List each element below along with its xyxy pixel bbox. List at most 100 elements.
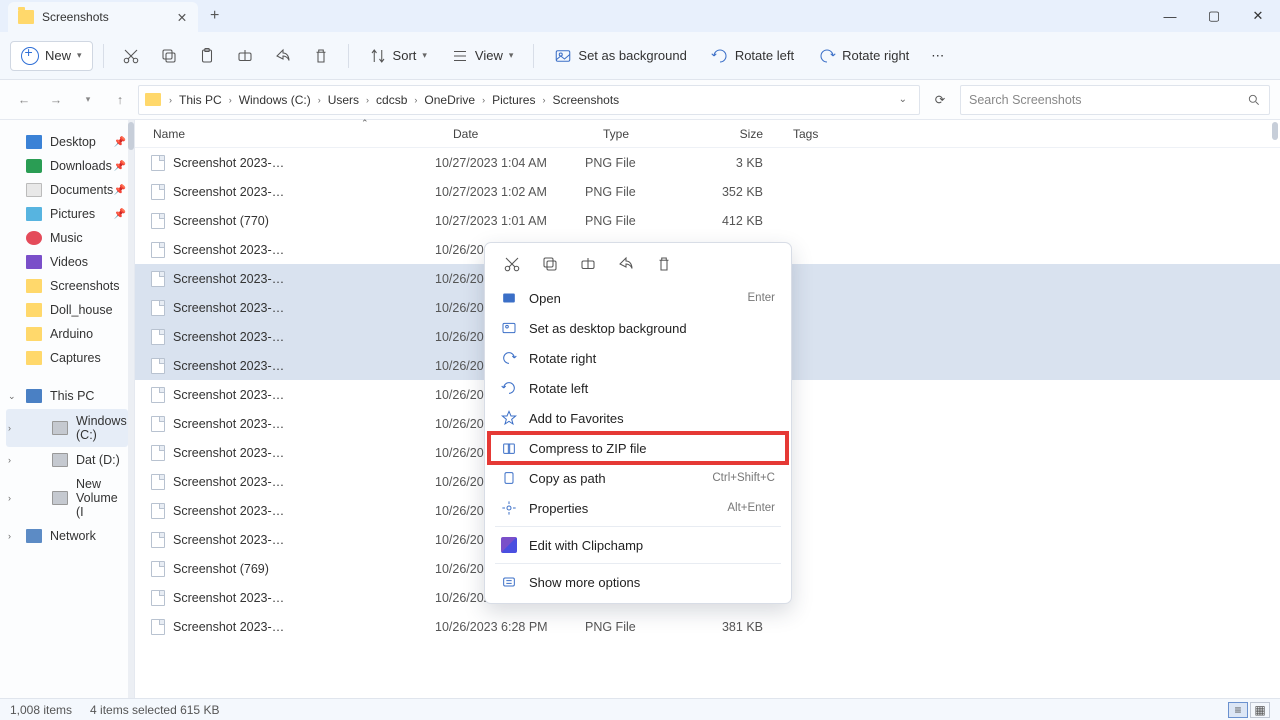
crumb-user[interactable]: cdcsb [373, 93, 410, 107]
col-date[interactable]: Date [435, 127, 585, 141]
new-tab-button[interactable]: + [210, 7, 219, 25]
col-tags[interactable]: Tags [775, 127, 1280, 141]
col-type[interactable]: Type [585, 127, 695, 141]
file-icon [151, 445, 165, 461]
set-background-button[interactable]: Set as background [544, 42, 696, 70]
window-controls: — ▢ ✕ [1148, 0, 1280, 32]
new-button[interactable]: New ▾ [10, 41, 93, 71]
context-menu: OpenEnter Set as desktop background Rota… [484, 242, 792, 604]
large-icons-view-button[interactable]: ▦ [1250, 702, 1270, 718]
view-button[interactable]: View▾ [441, 42, 523, 70]
ctx-rotate-right[interactable]: Rotate right [489, 343, 787, 373]
crumb-drive[interactable]: Windows (C:) [236, 93, 314, 107]
nav-item-screenshots[interactable]: Screenshots [0, 274, 134, 298]
file-row[interactable]: Screenshot (770)10/27/2023 1:01 AMPNG Fi… [135, 206, 1280, 235]
nav-network[interactable]: ›Network [0, 524, 134, 548]
status-bar: 1,008 items 4 items selected 615 KB ≡ ▦ [0, 698, 1280, 720]
nav-item-downloads[interactable]: Downloads📌 [0, 154, 134, 178]
breadcrumbs[interactable]: › This PC› Windows (C:)› Users› cdcsb› O… [138, 85, 920, 115]
nav-item-music[interactable]: Music [0, 226, 134, 250]
refresh-button[interactable]: ⟳ [924, 85, 956, 115]
nav-item-pictures[interactable]: Pictures📌 [0, 202, 134, 226]
nav-drive[interactable]: ›New Volume (I [0, 472, 134, 524]
copy-button[interactable] [152, 42, 186, 70]
ctx-cut-icon[interactable] [501, 253, 523, 275]
cut-button[interactable] [114, 42, 148, 70]
back-button[interactable]: ← [10, 86, 38, 114]
address-dropdown[interactable]: ⌄ [893, 94, 913, 105]
crumb-this-pc[interactable]: This PC [176, 93, 225, 107]
ctx-open[interactable]: OpenEnter [489, 283, 787, 313]
rename-button[interactable] [228, 42, 262, 70]
recent-button[interactable]: ▾ [74, 86, 102, 114]
nav-item-captures[interactable]: Captures [0, 346, 134, 370]
rotate-left-button[interactable]: Rotate left [701, 42, 804, 70]
details-view-button[interactable]: ≡ [1228, 702, 1248, 718]
search-input[interactable] [969, 93, 1247, 107]
context-quick-actions [489, 249, 787, 283]
ctx-copy-icon[interactable] [539, 253, 561, 275]
sort-indicator-icon: ⌃ [361, 118, 369, 129]
chevron-down-icon: ▾ [77, 50, 82, 61]
view-toggle: ≡ ▦ [1228, 702, 1270, 718]
ctx-compress-zip[interactable]: Compress to ZIP file [489, 433, 787, 463]
nav-item-doll-house[interactable]: Doll_house [0, 298, 134, 322]
file-icon [151, 184, 165, 200]
nav-item-videos[interactable]: Videos [0, 250, 134, 274]
tab-screenshots[interactable]: Screenshots ✕ [8, 2, 198, 32]
file-icon [151, 155, 165, 171]
file-icon [151, 213, 165, 229]
up-button[interactable]: ↑ [106, 86, 134, 114]
ctx-clipchamp[interactable]: Edit with Clipchamp [489, 530, 787, 560]
paste-button[interactable] [190, 42, 224, 70]
close-button[interactable]: ✕ [1236, 0, 1280, 32]
file-row[interactable]: Screenshot 2023-10...10/27/2023 1:02 AMP… [135, 177, 1280, 206]
file-icon [151, 358, 165, 374]
minimize-button[interactable]: — [1148, 0, 1192, 32]
ctx-add-favorites[interactable]: Add to Favorites [489, 403, 787, 433]
nav-drive[interactable]: ›Dat (D:) [0, 448, 134, 472]
ctx-show-more[interactable]: Show more options [489, 567, 787, 597]
ctx-delete-icon[interactable] [653, 253, 675, 275]
title-bar: Screenshots ✕ + — ▢ ✕ [0, 0, 1280, 32]
ctx-set-desktop-bg[interactable]: Set as desktop background [489, 313, 787, 343]
ctx-properties[interactable]: PropertiesAlt+Enter [489, 493, 787, 523]
forward-button[interactable]: → [42, 86, 70, 114]
column-headers[interactable]: ⌃ Name Date Type Size Tags [135, 120, 1280, 148]
crumb-users[interactable]: Users [325, 93, 362, 107]
delete-button[interactable] [304, 42, 338, 70]
file-icon [151, 619, 165, 635]
more-button[interactable]: ⋯ [923, 43, 952, 69]
crumb-screenshots[interactable]: Screenshots [549, 93, 622, 107]
close-tab-icon[interactable]: ✕ [174, 9, 190, 25]
ctx-share-icon[interactable] [615, 253, 637, 275]
folder-icon [145, 93, 161, 106]
crumb-onedrive[interactable]: OneDrive [421, 93, 478, 107]
file-row[interactable]: Screenshot 2023-10...10/27/2023 1:04 AMP… [135, 148, 1280, 177]
crumb-pictures[interactable]: Pictures [489, 93, 538, 107]
ctx-rename-icon[interactable] [577, 253, 599, 275]
file-icon [151, 474, 165, 490]
file-icon [151, 387, 165, 403]
file-icon [151, 416, 165, 432]
rotate-right-button[interactable]: Rotate right [808, 42, 919, 70]
file-icon [151, 271, 165, 287]
nav-item-arduino[interactable]: Arduino [0, 322, 134, 346]
ctx-rotate-left[interactable]: Rotate left [489, 373, 787, 403]
file-icon [151, 329, 165, 345]
nav-drive[interactable]: ›Windows (C:) [6, 409, 128, 447]
nav-item-desktop[interactable]: Desktop📌 [0, 130, 134, 154]
file-icon [151, 300, 165, 316]
share-button[interactable] [266, 42, 300, 70]
nav-this-pc[interactable]: ⌄This PC [0, 384, 134, 408]
file-icon [151, 561, 165, 577]
file-row[interactable]: Screenshot 2023-10...10/26/2023 6:28 PMP… [135, 612, 1280, 641]
col-name[interactable]: Name [135, 127, 435, 141]
maximize-button[interactable]: ▢ [1192, 0, 1236, 32]
search-box[interactable] [960, 85, 1270, 115]
nav-item-documents[interactable]: Documents📌 [0, 178, 134, 202]
ctx-copy-path[interactable]: Copy as pathCtrl+Shift+C [489, 463, 787, 493]
col-size[interactable]: Size [695, 127, 775, 141]
sort-button[interactable]: Sort▾ [359, 42, 437, 70]
toolbar: New ▾ Sort▾ View▾ Set as background Rota… [0, 32, 1280, 80]
